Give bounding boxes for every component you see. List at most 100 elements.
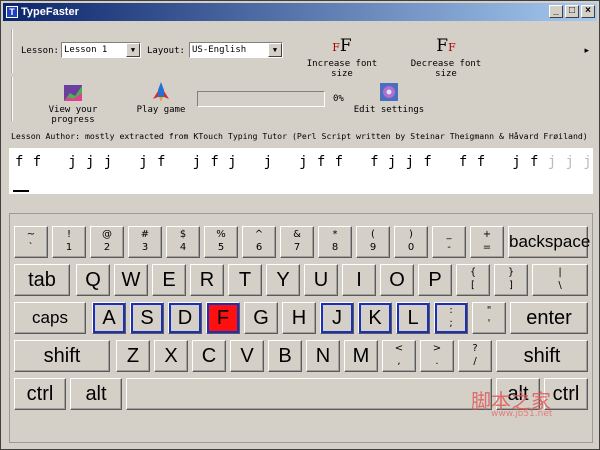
- lesson-select[interactable]: Lesson 1 ▼: [61, 42, 141, 58]
- key-top-label: ^: [254, 229, 264, 240]
- key-top-label: ?: [472, 343, 478, 354]
- lesson-author: Lesson Author: mostly extracted from KTo…: [11, 131, 588, 141]
- key-enter[interactable]: enter: [510, 302, 588, 334]
- toolbar-more-icon[interactable]: ▸: [584, 45, 589, 56]
- key-semicolon[interactable]: :;: [434, 302, 468, 334]
- layout-select-value: US-English: [192, 45, 247, 55]
- key-bottom-label: 9: [369, 242, 377, 253]
- decrease-font-button[interactable]: FF Decrease font size: [399, 35, 493, 79]
- key-r[interactable]: R: [190, 264, 224, 296]
- key-bottom-label: 0: [407, 242, 415, 253]
- key-n[interactable]: N: [306, 340, 340, 372]
- key-4[interactable]: $4: [166, 226, 200, 258]
- key-e[interactable]: E: [152, 264, 186, 296]
- key-shift-left[interactable]: shift: [14, 340, 110, 372]
- key-c[interactable]: C: [192, 340, 226, 372]
- key-tab[interactable]: tab: [14, 264, 70, 296]
- decrease-font-label: Decrease font size: [410, 59, 482, 79]
- key-bottom-label: ;: [449, 318, 453, 329]
- key-b[interactable]: B: [268, 340, 302, 372]
- key-d[interactable]: D: [168, 302, 202, 334]
- lesson-select-value: Lesson 1: [64, 45, 108, 55]
- key-8[interactable]: * 8: [318, 226, 352, 258]
- edit-settings-button[interactable]: Edit settings: [353, 81, 425, 115]
- key-top-label: :: [449, 305, 453, 316]
- key-close-bracket[interactable]: }]: [494, 264, 528, 296]
- key-ctrl-left[interactable]: ctrl: [14, 378, 66, 410]
- maximize-button[interactable]: □: [565, 5, 579, 18]
- chevron-down-icon[interactable]: ▼: [268, 43, 282, 57]
- key-backslash[interactable]: | \: [532, 264, 588, 296]
- key-9[interactable]: (9: [356, 226, 390, 258]
- key-a[interactable]: A: [92, 302, 126, 334]
- key-bottom-label: =: [482, 242, 492, 253]
- close-button[interactable]: ×: [581, 5, 595, 18]
- key-s[interactable]: S: [130, 302, 164, 334]
- app-window: T TypeFaster _ □ × Lesson: Lesson 1 ▼ La…: [0, 0, 600, 450]
- key-7[interactable]: & 7: [280, 226, 314, 258]
- key-sym[interactable]: ~ `: [14, 226, 48, 258]
- increase-font-button[interactable]: FF Increase font size: [295, 35, 389, 79]
- key-quote[interactable]: " ': [472, 302, 506, 334]
- key-slash[interactable]: ? /: [458, 340, 492, 372]
- key-1[interactable]: ! 1: [52, 226, 86, 258]
- key-l[interactable]: L: [396, 302, 430, 334]
- key-bottom-label: `: [28, 242, 34, 253]
- lesson-label: Lesson:: [21, 46, 59, 56]
- key-o[interactable]: O: [380, 264, 414, 296]
- key-p[interactable]: P: [418, 264, 452, 296]
- key-sym[interactable]: _ -: [432, 226, 466, 258]
- key-bottom-label: 2: [103, 242, 111, 253]
- key-y[interactable]: Y: [266, 264, 300, 296]
- key-f[interactable]: F: [206, 302, 240, 334]
- key-k[interactable]: K: [358, 302, 392, 334]
- lesson-text-area[interactable]: f f j j j j f j f j j j f f f j j f f f …: [9, 148, 593, 194]
- watermark-url: www.jb51.net: [491, 409, 553, 419]
- key-v[interactable]: V: [230, 340, 264, 372]
- layout-label: Layout:: [147, 46, 185, 56]
- chart-icon: [64, 85, 82, 101]
- key-bottom-label: 6: [255, 242, 263, 253]
- view-progress-button[interactable]: View your progress: [25, 81, 121, 125]
- key-2[interactable]: @2: [90, 226, 124, 258]
- key-h[interactable]: H: [282, 302, 316, 334]
- key-top-label: (: [371, 229, 375, 240]
- key-bottom-label: ': [487, 318, 491, 329]
- key-comma[interactable]: <,: [382, 340, 416, 372]
- key-bottom-label: 7: [293, 242, 301, 253]
- key-sym[interactable]: + =: [470, 226, 504, 258]
- key-period[interactable]: >.: [420, 340, 454, 372]
- key-open-bracket[interactable]: {[: [456, 264, 490, 296]
- key-u[interactable]: U: [304, 264, 338, 296]
- layout-select[interactable]: US-English ▼: [189, 42, 283, 58]
- key-top-label: $: [179, 229, 187, 240]
- key-caps-lock[interactable]: caps lock: [14, 302, 86, 357]
- key-i[interactable]: I: [342, 264, 376, 296]
- key-x[interactable]: X: [154, 340, 188, 372]
- key-top-label: !: [66, 229, 71, 240]
- key-g[interactable]: G: [244, 302, 278, 334]
- key-t[interactable]: T: [228, 264, 262, 296]
- chevron-down-icon[interactable]: ▼: [126, 43, 140, 57]
- lesson-text-remaining: j j j: [538, 154, 593, 170]
- key-6[interactable]: ^ 6: [242, 226, 276, 258]
- key-0[interactable]: ) 0: [394, 226, 428, 258]
- title-bar[interactable]: T TypeFaster _ □ ×: [3, 3, 597, 21]
- key-w[interactable]: W: [114, 264, 148, 296]
- key-z[interactable]: Z: [116, 340, 150, 372]
- key-space[interactable]: [126, 378, 492, 410]
- key-3[interactable]: #3: [128, 226, 162, 258]
- key-bottom-label: \: [558, 280, 562, 291]
- lesson-text-typed: f f j j j j f j f j j j f f f j j f f f …: [15, 154, 539, 170]
- play-game-button[interactable]: Play game: [131, 81, 191, 115]
- key-q[interactable]: Q: [76, 264, 110, 296]
- key-bottom-label: [: [471, 280, 475, 291]
- key-m[interactable]: M: [344, 340, 378, 372]
- minimize-button[interactable]: _: [549, 5, 563, 18]
- key-shift-right[interactable]: shift: [496, 340, 588, 372]
- key-j[interactable]: J: [320, 302, 354, 334]
- decrease-font-icon: FF: [436, 36, 456, 56]
- key-5[interactable]: % 5: [204, 226, 238, 258]
- key-backspace[interactable]: backspace: [508, 226, 590, 258]
- key-alt-left[interactable]: alt: [70, 378, 122, 410]
